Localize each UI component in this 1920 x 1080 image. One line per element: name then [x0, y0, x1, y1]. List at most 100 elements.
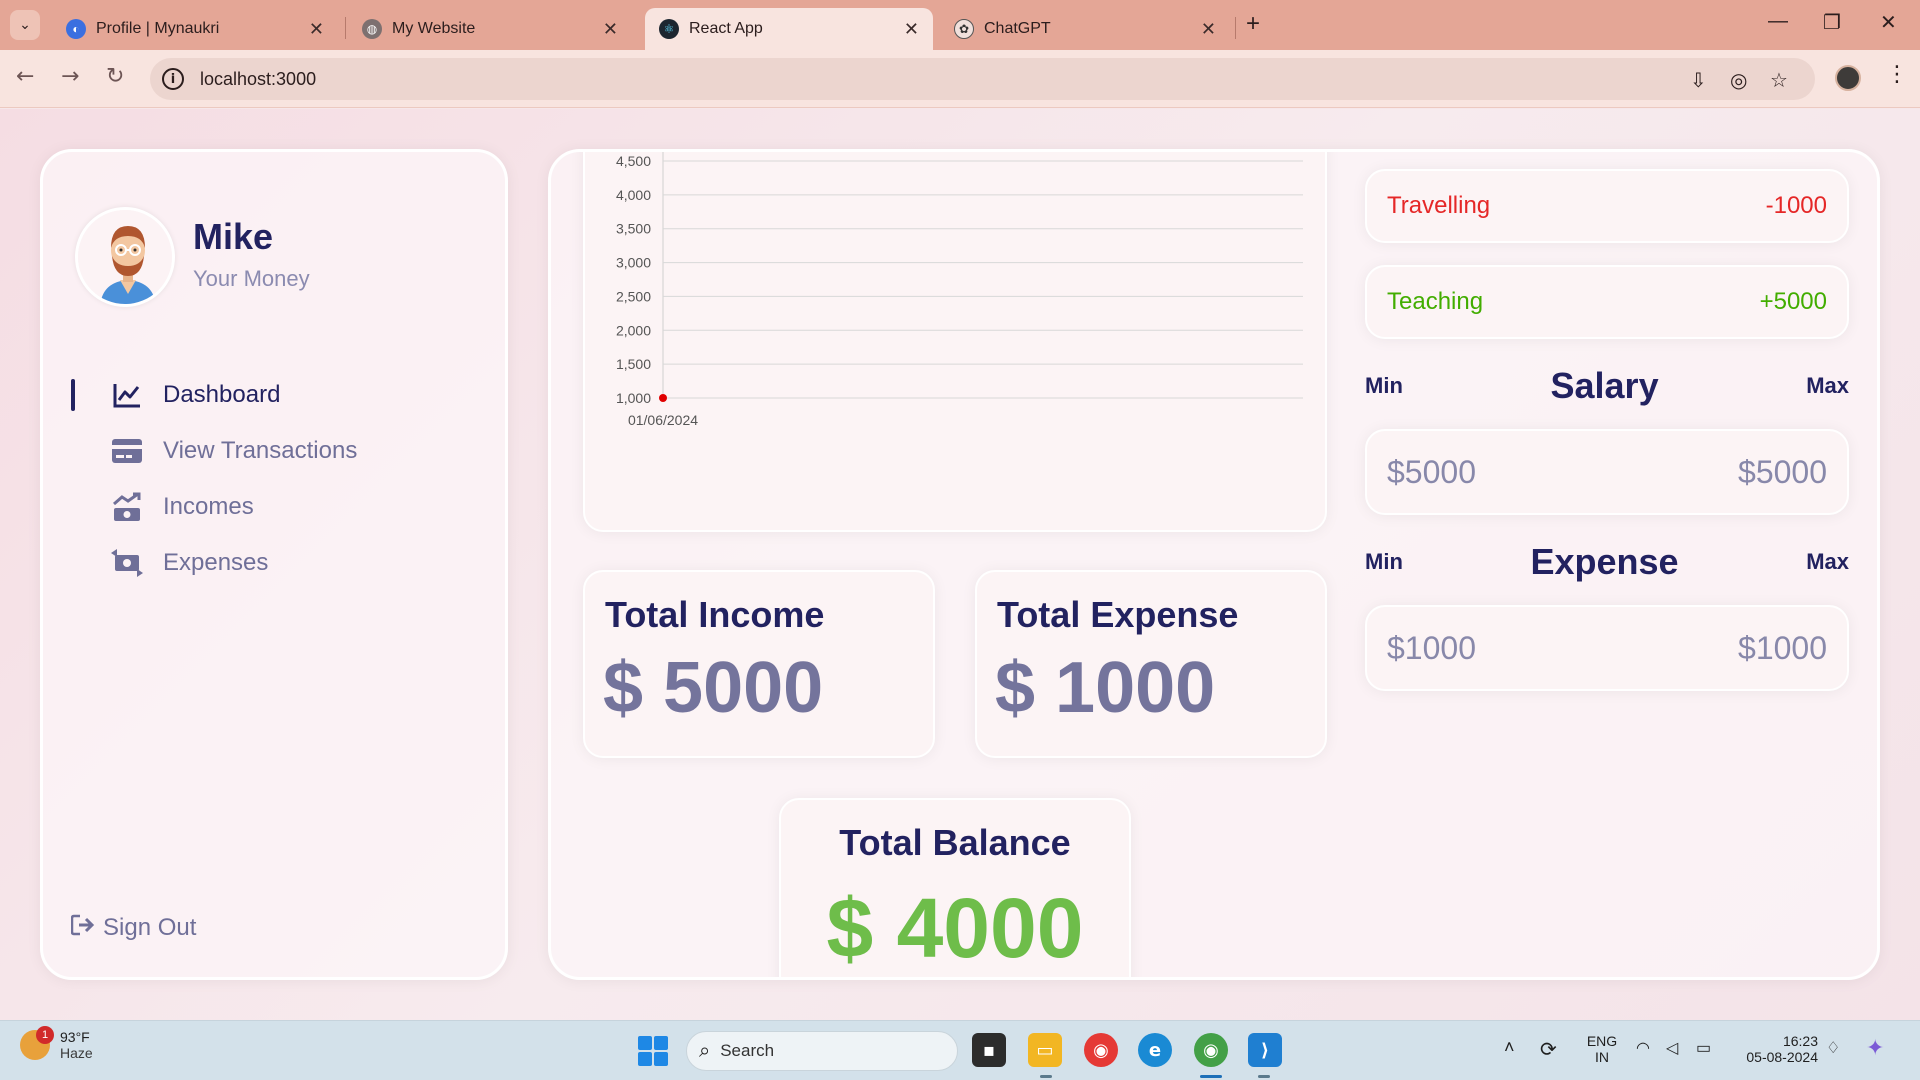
- user-subtitle: Your Money: [193, 266, 310, 291]
- close-tab-icon[interactable]: ✕: [1201, 19, 1216, 40]
- tab-title: ChatGPT: [984, 20, 1051, 37]
- language-indicator[interactable]: ENG IN: [1584, 1033, 1620, 1065]
- data-point: [659, 394, 667, 402]
- sidebar-item-view-transactions[interactable]: View Transactions: [71, 423, 357, 479]
- y-tick-label: 2,500: [616, 288, 651, 304]
- globe-icon: ◍: [362, 19, 382, 39]
- copilot-icon[interactable]: ✦: [1866, 1035, 1884, 1061]
- y-tick-label: 4,000: [616, 187, 651, 203]
- tab-title: My Website: [392, 20, 476, 37]
- history-item-title: Travelling: [1387, 192, 1491, 219]
- battery-icon[interactable]: ▭: [1696, 1038, 1711, 1058]
- close-tab-icon[interactable]: ✕: [904, 19, 919, 40]
- forward-arrow-icon[interactable]: →: [61, 64, 79, 89]
- browser-menu-icon[interactable]: ⋮: [1886, 62, 1908, 87]
- clock-date: 05-08-2024: [1746, 1049, 1818, 1065]
- edge-icon[interactable]: e: [1138, 1033, 1172, 1067]
- salary-max-value: $5000: [1738, 453, 1827, 490]
- windows-start-icon[interactable]: [638, 1036, 668, 1066]
- window-close-icon[interactable]: ✕: [1880, 10, 1897, 35]
- profile-avatar[interactable]: [1835, 65, 1861, 91]
- sidebar-item-dashboard[interactable]: Dashboard: [71, 367, 357, 423]
- taskbar: 1 93°F Haze ⌕ Search ▪ ▭ ◉ e ◉ ⟩ ˄ ⟳ ENG…: [0, 1020, 1920, 1080]
- browser-toolbar: ← → ↻ i localhost:3000 ⇩ ◎ ☆ ⋮: [0, 50, 1920, 108]
- chevron-up-icon[interactable]: ˄: [1504, 1037, 1515, 1058]
- region-code: IN: [1595, 1049, 1609, 1065]
- close-tab-icon[interactable]: ✕: [603, 19, 618, 40]
- running-indicator: [1040, 1075, 1052, 1078]
- volume-icon[interactable]: ◁: [1666, 1038, 1678, 1058]
- active-indicator: [1200, 1075, 1222, 1078]
- url-text[interactable]: localhost:3000: [200, 69, 316, 90]
- y-tick-label: 4,500: [616, 153, 651, 169]
- history-item-amount: -1000: [1765, 192, 1827, 219]
- system-clock[interactable]: 16:23 05-08-2024: [1738, 1033, 1818, 1065]
- close-tab-icon[interactable]: ✕: [309, 19, 324, 40]
- salary-range-header: Min Salary Max: [1365, 365, 1849, 407]
- total-balance-card: Total Balance $ 4000: [779, 798, 1131, 977]
- restore-icon[interactable]: ❐: [1823, 10, 1841, 35]
- y-tick-label: 1,000: [616, 390, 651, 406]
- new-tab-button[interactable]: +: [1246, 10, 1260, 38]
- tab-mynaukri[interactable]: ◐ Profile | Mynaukri ✕: [52, 8, 338, 50]
- vscode-icon[interactable]: ⟩: [1248, 1033, 1282, 1067]
- install-app-icon[interactable]: ⇩: [1690, 68, 1707, 92]
- tab-my-website[interactable]: ◍ My Website ✕: [348, 8, 632, 50]
- language-code: ENG: [1586, 1033, 1618, 1049]
- y-tick-label: 2,000: [616, 322, 651, 338]
- app-viewport: Mike Your Money Dashboard View Transacti…: [0, 109, 1920, 1020]
- weather-haze-icon: 1: [20, 1026, 54, 1060]
- sign-out-button[interactable]: Sign Out: [70, 914, 196, 942]
- expense-min-label: Min: [1365, 549, 1403, 574]
- bookmark-star-icon[interactable]: ☆: [1770, 68, 1788, 92]
- chrome-icon[interactable]: ◉: [1084, 1033, 1118, 1067]
- sidebar-item-incomes[interactable]: Incomes: [71, 479, 357, 535]
- total-income-title: Total Income: [605, 594, 825, 635]
- expense-range-box: $1000 $1000: [1365, 605, 1849, 691]
- site-info-icon[interactable]: i: [162, 68, 184, 90]
- running-indicator: [1258, 1075, 1270, 1078]
- tab-search-button[interactable]: ⌄: [10, 10, 40, 40]
- weather-description: Haze: [60, 1045, 93, 1061]
- back-arrow-icon[interactable]: ←: [16, 64, 34, 89]
- minimize-icon[interactable]: —: [1768, 10, 1788, 33]
- sidebar-item-label: Dashboard: [163, 381, 281, 408]
- sidebar-item-expenses[interactable]: Expenses: [71, 535, 357, 591]
- notification-bell-icon[interactable]: ♢: [1826, 1038, 1840, 1058]
- chrome-profile-icon[interactable]: ◉: [1194, 1033, 1228, 1067]
- sidebar-item-label: Incomes: [163, 493, 254, 520]
- file-explorer-icon[interactable]: ▭: [1028, 1033, 1062, 1067]
- y-tick-label: 3,000: [616, 255, 651, 271]
- task-view-icon[interactable]: ▪: [972, 1033, 1006, 1067]
- tab-react-app[interactable]: ⚛ React App ✕: [645, 8, 933, 50]
- history-item: Travelling -1000: [1365, 169, 1849, 243]
- total-expense-title: Total Expense: [997, 594, 1239, 635]
- weather-widget[interactable]: 1 93°F Haze: [20, 1026, 93, 1061]
- total-income-card: Total Income $ 5000: [583, 570, 935, 758]
- user-name: Mike: [193, 216, 274, 257]
- wifi-icon[interactable]: ◠: [1636, 1038, 1650, 1058]
- search-icon: ⌕: [699, 1039, 711, 1062]
- expense-min-value: $1000: [1387, 629, 1476, 666]
- tab-divider: [1235, 17, 1236, 39]
- notification-badge: 1: [36, 1026, 54, 1044]
- money-bill-trend-up-icon: [111, 491, 143, 523]
- tab-chatgpt[interactable]: ✿ ChatGPT ✕: [940, 8, 1230, 50]
- total-income-value: $ 5000: [603, 648, 824, 728]
- weather-temperature: 93°F: [60, 1029, 90, 1045]
- history-item-title: Teaching: [1387, 288, 1484, 315]
- salary-min-value: $5000: [1387, 453, 1476, 490]
- sync-icon[interactable]: ⟳: [1540, 1037, 1557, 1062]
- screenshot-icon[interactable]: ◎: [1730, 68, 1747, 92]
- clock-time: 16:23: [1782, 1033, 1818, 1049]
- tab-title: Profile | Mynaukri: [96, 20, 220, 37]
- chatgpt-favicon-icon: ✿: [954, 19, 974, 39]
- address-bar[interactable]: i localhost:3000 ⇩ ◎ ☆: [150, 58, 1815, 100]
- salary-range-box: $5000 $5000: [1365, 429, 1849, 515]
- taskbar-search[interactable]: ⌕ Search: [686, 1031, 958, 1071]
- expense-range-header: Min Expense Max: [1365, 541, 1849, 583]
- line-chart: 1,000 1,500 2,000 2,500 3,000 3,500 4,000 4,500…: [616, 152, 1303, 428]
- react-favicon-icon: ⚛: [659, 19, 679, 39]
- reload-icon[interactable]: ↻: [106, 64, 124, 89]
- y-tick-label: 3,500: [616, 221, 651, 237]
